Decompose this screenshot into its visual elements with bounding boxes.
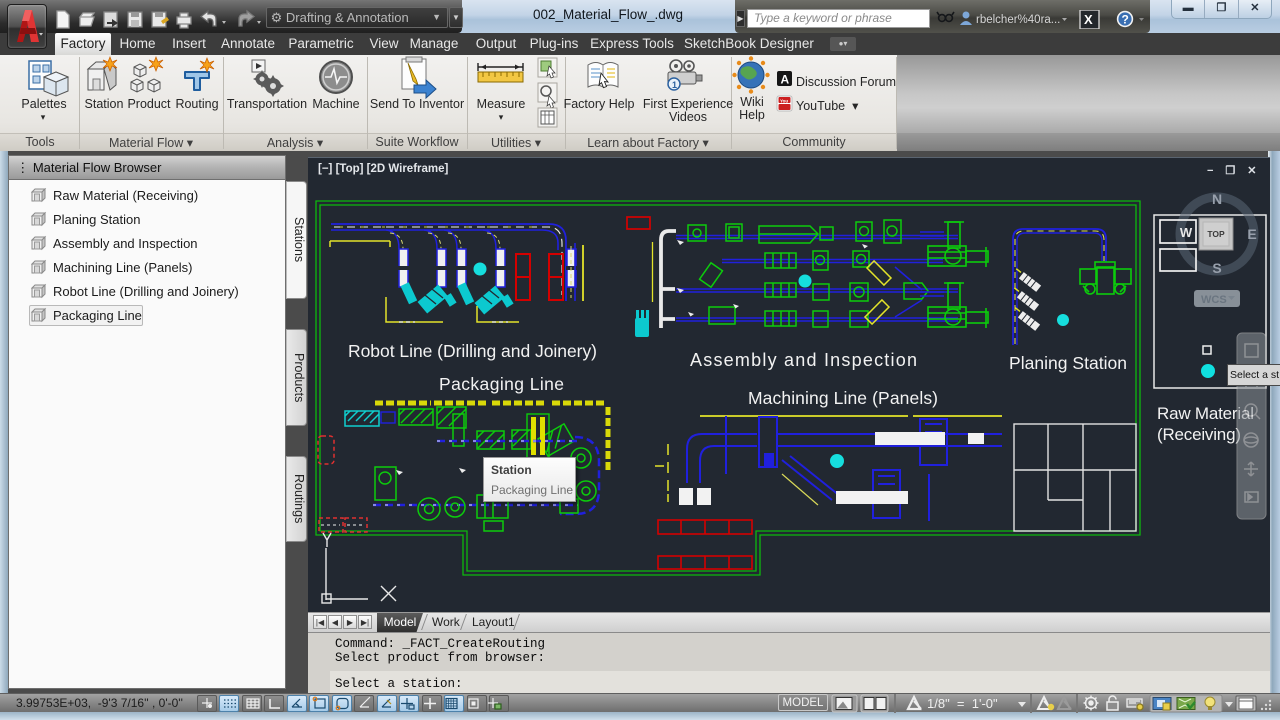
svg-text:You: You: [780, 99, 788, 104]
svg-text:rbelcher%40ra...: rbelcher%40ra...: [976, 14, 1060, 26]
svg-text:S: S: [1212, 260, 1221, 276]
svg-text:W: W: [1180, 225, 1193, 240]
svg-text:Machining Line (Panels): Machining Line (Panels): [748, 388, 938, 408]
svg-text:1/8" = 1'-0": 1/8" = 1'-0": [927, 696, 998, 711]
svg-text:?: ?: [1122, 13, 1129, 27]
svg-text:Planing Station: Planing Station: [1009, 353, 1127, 373]
svg-text:Assembly and Inspection: Assembly and Inspection: [690, 350, 917, 370]
svg-text:X: X: [1084, 12, 1093, 27]
svg-text:A: A: [781, 73, 790, 87]
svg-text:E: E: [1247, 226, 1256, 242]
svg-text:Robot Line (Drilling and Joine: Robot Line (Drilling and Joinery): [348, 341, 597, 361]
svg-text:N: N: [1212, 191, 1222, 207]
svg-text:Packaging Line: Packaging Line: [439, 374, 564, 394]
svg-text:(Receiving): (Receiving): [1157, 425, 1241, 444]
svg-text:WCS: WCS: [1201, 294, 1227, 306]
svg-text:TOP: TOP: [1207, 229, 1225, 239]
svg-text:1: 1: [672, 80, 677, 90]
